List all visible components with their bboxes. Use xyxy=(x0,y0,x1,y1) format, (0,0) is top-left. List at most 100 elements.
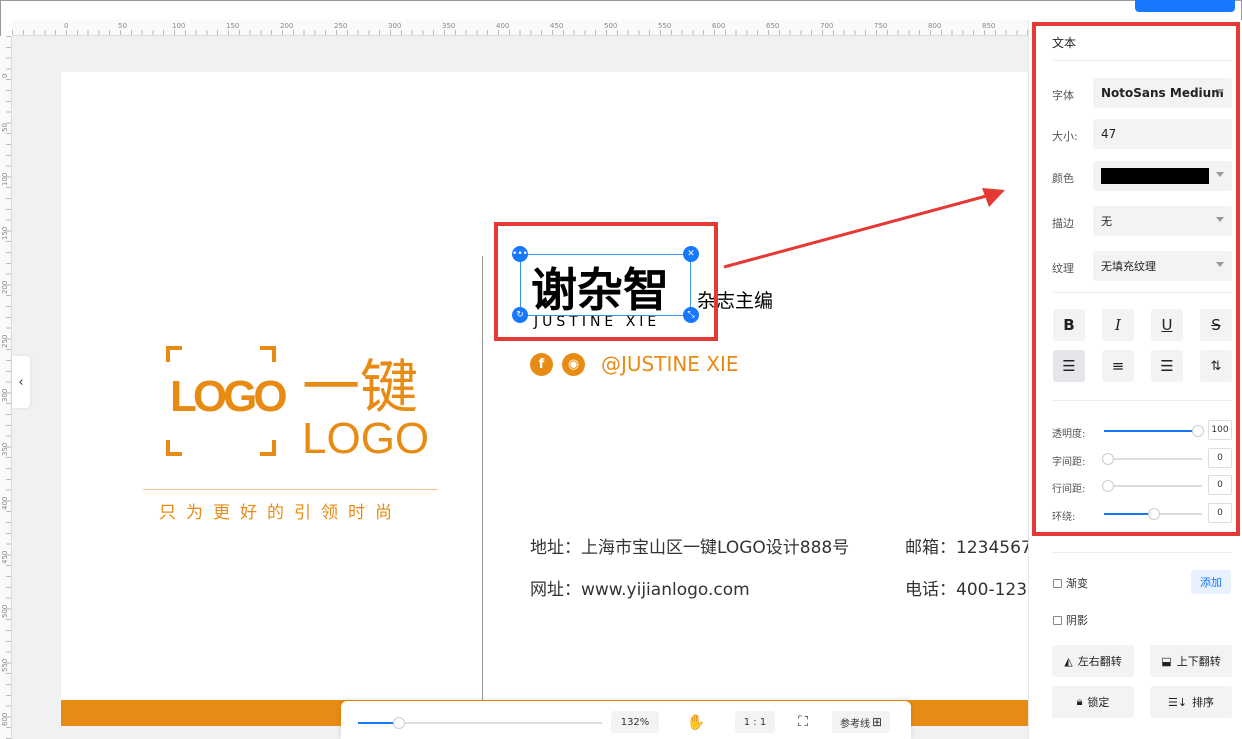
guides-label: 参考线 xyxy=(839,718,870,730)
lock-label: 锁定 xyxy=(1087,696,1110,709)
ruler-tick-label: 850 xyxy=(982,22,996,30)
phone-text[interactable]: 电话：400-123 xyxy=(905,575,1028,600)
flip-vertical-icon: ⬓ xyxy=(1161,654,1172,668)
letter-spacing-slider[interactable] xyxy=(1102,453,1202,465)
ruler-tick-label: 150 xyxy=(1,226,9,240)
opacity-slider[interactable] xyxy=(1104,425,1204,437)
zoom-slider[interactable] xyxy=(358,717,602,729)
align-center-icon[interactable]: ≡ xyxy=(1102,350,1134,382)
flip-vertical-button[interactable]: ⬓ 上下翻转 xyxy=(1150,645,1232,677)
size-input[interactable]: 47 xyxy=(1093,119,1232,149)
ratio-button[interactable]: 1 : 1 xyxy=(735,711,775,733)
line-spacing-slider[interactable] xyxy=(1102,480,1202,492)
stroke-label: 描边 xyxy=(1052,217,1074,230)
grid-icon: ⊞ xyxy=(871,715,883,729)
slogan[interactable]: 只为更好的引领时尚 xyxy=(159,498,402,523)
size-label: 大小: xyxy=(1052,130,1078,143)
guides-button[interactable]: 参考线 ⊞ xyxy=(832,711,890,733)
ruler-tick-label: 600 xyxy=(1,712,9,726)
fit-screen-icon[interactable]: ⛶ xyxy=(791,711,815,733)
bold-button[interactable]: B xyxy=(1053,309,1085,341)
ruler-tick-label: 500 xyxy=(604,22,618,30)
logo-corner xyxy=(260,440,276,456)
hand-tool-icon[interactable]: ✋ xyxy=(683,711,709,733)
opacity-slider-knob[interactable] xyxy=(1192,425,1204,437)
opacity-value[interactable]: 100 xyxy=(1208,420,1232,440)
ruler-tick-label: 250 xyxy=(334,22,348,30)
ruler-tick-label: 700 xyxy=(820,22,834,30)
bottom-toolbar: 132% ✋ 1 : 1 ⛶ 参考线 ⊞ xyxy=(341,701,911,739)
facebook-icon[interactable]: f xyxy=(530,353,553,376)
color-swatch xyxy=(1101,168,1209,184)
slogan-divider xyxy=(143,489,438,490)
italic-button[interactable]: I xyxy=(1102,309,1134,341)
ruler-tick-label: 100 xyxy=(172,22,186,30)
website-text[interactable]: 网址：www.yijianlogo.com xyxy=(530,575,750,600)
zoom-level[interactable]: 132% xyxy=(611,711,659,733)
top-action-button[interactable] xyxy=(1135,0,1235,12)
add-gradient-button[interactable]: 添加 xyxy=(1191,570,1231,594)
ruler-tick-label: 400 xyxy=(496,22,510,30)
ruler-tick-label: 350 xyxy=(1,442,9,456)
checkbox-box[interactable] xyxy=(1053,578,1062,588)
panel-divider xyxy=(1052,292,1232,293)
curve-slider-knob[interactable] xyxy=(1148,508,1160,520)
ruler-tick-label: 800 xyxy=(928,22,942,30)
shadow-checkbox[interactable]: 阴影 xyxy=(1053,612,1088,628)
line-spacing-value[interactable]: 0 xyxy=(1208,475,1232,495)
letter-spacing-label: 字间距: xyxy=(1052,457,1086,468)
email-text[interactable]: 邮箱：1234567 xyxy=(905,533,1028,558)
gradient-checkbox[interactable]: 渐变 xyxy=(1053,575,1088,591)
lock-button[interactable]: 🔒︎ 锁定 xyxy=(1052,686,1134,718)
line-spacing-knob[interactable] xyxy=(1102,480,1114,492)
texture-select[interactable]: 无填充纹理 xyxy=(1093,251,1232,281)
ruler-tick-label: 400 xyxy=(1,496,9,510)
letter-spacing-knob[interactable] xyxy=(1102,453,1114,465)
social-handle[interactable]: @JUSTINE XIE xyxy=(601,352,739,376)
stroke-select[interactable]: 无 xyxy=(1093,206,1232,236)
address-text[interactable]: 地址：上海市宝山区一键LOGO设计888号 xyxy=(530,533,849,558)
logo-corner xyxy=(260,346,276,362)
font-select[interactable]: NotoSans Medium xyxy=(1093,78,1232,108)
line-spacing-label: 行间距: xyxy=(1052,484,1086,495)
opacity-label: 透明度: xyxy=(1052,429,1086,440)
letter-spacing-value[interactable]: 0 xyxy=(1208,448,1232,468)
ruler-tick-label: 650 xyxy=(766,22,780,30)
vertical-text-icon[interactable]: ⇅ xyxy=(1200,350,1232,382)
logo-mark-text[interactable]: LOGO xyxy=(170,372,288,422)
curve-slider[interactable] xyxy=(1104,508,1202,520)
ruler-top: 0 50 100 150 200 250 300 350 400 450 500 550 600 650 7… xyxy=(12,20,1049,36)
ruler-tick-label: 600 xyxy=(712,22,726,30)
shadow-label: 阴影 xyxy=(1066,614,1088,627)
ruler-tick-label: 450 xyxy=(1,550,9,564)
font-label: 字体 xyxy=(1052,89,1074,102)
align-left-icon[interactable]: ☰ xyxy=(1053,350,1085,382)
brand-name-en[interactable]: LOGO xyxy=(302,414,429,464)
annotation-arrow xyxy=(723,188,1005,269)
gradient-label: 渐变 xyxy=(1066,577,1088,590)
ruler-tick-label: 200 xyxy=(280,22,294,30)
collapse-left-button[interactable]: ‹ xyxy=(12,356,30,408)
flip-horizontal-button[interactable]: ◭ 左右翻转 xyxy=(1052,645,1134,677)
weibo-icon[interactable]: ◉ xyxy=(562,353,585,376)
ruler-tick-label: 0 xyxy=(64,22,69,30)
color-picker[interactable] xyxy=(1093,161,1232,191)
zoom-slider-knob[interactable] xyxy=(393,717,406,729)
color-label: 颜色 xyxy=(1052,172,1074,185)
flip-vertical-label: 上下翻转 xyxy=(1176,655,1221,668)
checkbox-box[interactable] xyxy=(1053,615,1062,625)
ruler-tick-label: 300 xyxy=(1,388,9,402)
opacity-slider-fill xyxy=(1104,430,1197,432)
chevron-down-icon xyxy=(1216,89,1224,94)
brand-name-cn[interactable]: 一键 xyxy=(302,340,418,424)
align-right-icon[interactable]: ☰ xyxy=(1151,350,1183,382)
ruler-tick-label: 0 xyxy=(1,73,9,78)
sort-button[interactable]: ☰↓ 排序 xyxy=(1150,686,1232,718)
strikethrough-button[interactable]: S xyxy=(1200,309,1232,341)
underline-button[interactable]: U xyxy=(1151,309,1183,341)
ruler-tick-label: 100 xyxy=(1,172,9,186)
ruler-tick-label: 50 xyxy=(1,123,9,132)
ruler-tick-label: 300 xyxy=(388,22,402,30)
curve-value[interactable]: 0 xyxy=(1208,503,1232,523)
ruler-tick-label: 550 xyxy=(658,22,672,30)
